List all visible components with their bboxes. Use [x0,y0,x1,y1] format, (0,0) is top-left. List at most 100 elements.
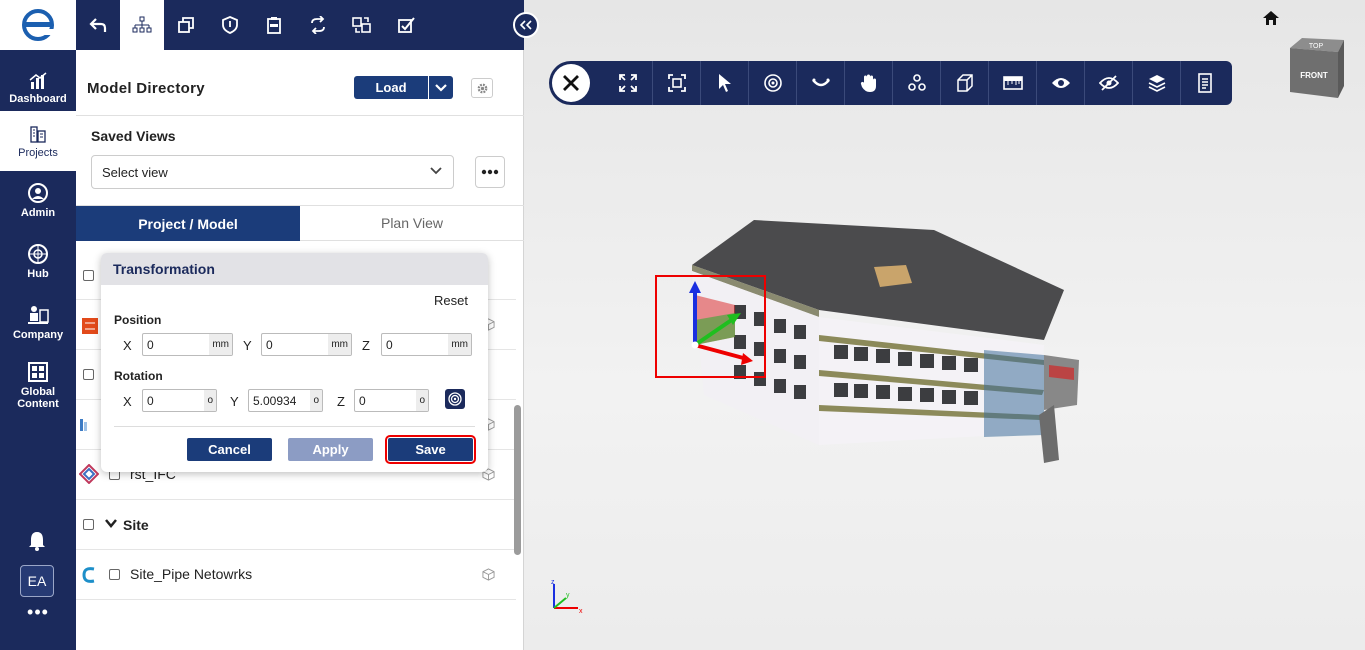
row-checkbox[interactable] [109,569,120,580]
row-checkbox[interactable] [83,270,94,281]
global-content-icon [28,361,48,382]
transformation-dialog: Transformation Reset Position X 0 mm Y 0… [101,253,488,472]
3d-viewport[interactable]: TOP FRONT z x y [524,0,1365,650]
view-cube[interactable]: TOP FRONT [1286,34,1346,109]
axis-z-label: Z [337,394,345,409]
select-button[interactable] [700,61,748,105]
copy-button[interactable] [164,0,208,50]
nav-admin[interactable]: Admin [0,170,76,230]
divider [114,426,475,427]
chevron-down-icon[interactable] [105,519,117,529]
sync-button[interactable] [296,0,340,50]
tab-project-model[interactable]: Project / Model [76,206,300,241]
position-x-input[interactable]: 0 mm [142,333,233,356]
rfi-button[interactable] [252,0,296,50]
look-button[interactable] [796,61,844,105]
cube-icon[interactable] [482,568,495,581]
close-viewer-button[interactable] [552,64,590,102]
transform-gizmo[interactable] [655,275,767,379]
collapse-panel-button[interactable] [513,12,539,38]
model-tree-button[interactable] [120,0,164,50]
pick-rotation-button[interactable] [445,389,465,409]
properties-button[interactable] [1180,61,1228,105]
double-chevron-left-icon [520,20,532,30]
user-avatar[interactable]: EA [20,565,54,597]
row-checkbox[interactable] [83,519,94,530]
company-icon [28,305,49,324]
reset-button[interactable]: Reset [434,293,468,308]
view-cube-icon: TOP FRONT [1290,38,1344,98]
notifications-button[interactable] [27,530,47,557]
ifc-file-icon [79,464,99,484]
solidworks-file-icon [82,318,98,334]
tree-row-site-pipe[interactable]: Site_Pipe Netowrks [76,550,516,600]
panel-scrollbar[interactable] [514,405,521,555]
saved-views-more-button[interactable] [475,156,505,188]
checklist-button[interactable] [384,0,428,50]
eye-icon [1051,78,1070,88]
svg-text:y: y [566,592,570,599]
logo-icon [22,9,55,41]
load-dropdown-button[interactable] [429,76,453,99]
nav-dashboard[interactable]: Dashboard [0,58,76,118]
cancel-button[interactable]: Cancel [187,438,272,461]
undo-arrow-icon [89,18,107,32]
explode-icon [907,74,926,91]
unit-label: o [416,390,428,411]
nav-label: Projects [18,146,58,159]
show-all-button[interactable] [1036,61,1084,105]
fit-view-button[interactable] [652,61,700,105]
back-button[interactable] [76,0,120,50]
rotation-x-input[interactable]: 0 o [142,389,217,412]
saved-views-title: Saved Views [91,128,176,144]
load-button[interactable]: Load [354,76,453,99]
target-icon [448,392,462,406]
transformation-title: Transformation [101,253,488,285]
gear-icon [477,83,487,93]
home-view-button[interactable] [1262,10,1280,31]
shield-button[interactable] [208,0,252,50]
tree-row-site[interactable]: Site [76,500,516,550]
divider [76,115,524,116]
rotation-z-value: 0 [359,393,366,408]
hide-button[interactable] [1084,61,1132,105]
axis-y-label: Y [230,394,239,409]
position-y-input[interactable]: 0 mm [261,333,352,356]
section-box-button[interactable] [940,61,988,105]
explode-button[interactable] [892,61,940,105]
chevron-down-icon [430,167,442,175]
left-nav: Dashboard Projects Admin Hub Company Glo… [0,0,76,650]
compare-icon [352,17,371,33]
nav-company[interactable]: Company [0,292,76,352]
save-button[interactable]: Save [385,435,476,464]
saved-view-select[interactable]: Select view [91,155,454,189]
sync-icon [311,16,325,34]
nav-more-button[interactable]: ••• [0,603,76,621]
measure-button[interactable] [988,61,1036,105]
fullscreen-button[interactable] [604,61,652,105]
hand-icon [860,74,876,92]
nav-hub[interactable]: Hub [0,231,76,291]
row-checkbox[interactable] [83,369,94,380]
viewer-toolbar [549,61,1232,105]
tree-row-label: Site_Pipe Netowrks [130,566,253,582]
copy-icon [178,17,194,33]
cursor-icon [718,74,731,92]
rotation-y-input[interactable]: 5.00934 o [248,389,323,412]
position-z-input[interactable]: 0 mm [381,333,472,356]
app-logo[interactable] [0,0,76,50]
settings-button[interactable] [471,78,493,98]
layers-button[interactable] [1132,61,1180,105]
nav-projects[interactable]: Projects [0,111,76,171]
compare-button[interactable] [340,0,384,50]
nav-global-content[interactable]: Global Content [0,352,76,418]
panel-toolbar [76,0,524,50]
axis-x-label: X [123,394,132,409]
pan-button[interactable] [844,61,892,105]
apply-button[interactable]: Apply [288,438,373,461]
orbit-button[interactable] [748,61,796,105]
axis-y-label: Y [243,338,252,353]
rotation-z-input[interactable]: 0 o [354,389,429,412]
tab-plan-view[interactable]: Plan View [300,206,524,241]
nav-label: Company [12,328,64,341]
